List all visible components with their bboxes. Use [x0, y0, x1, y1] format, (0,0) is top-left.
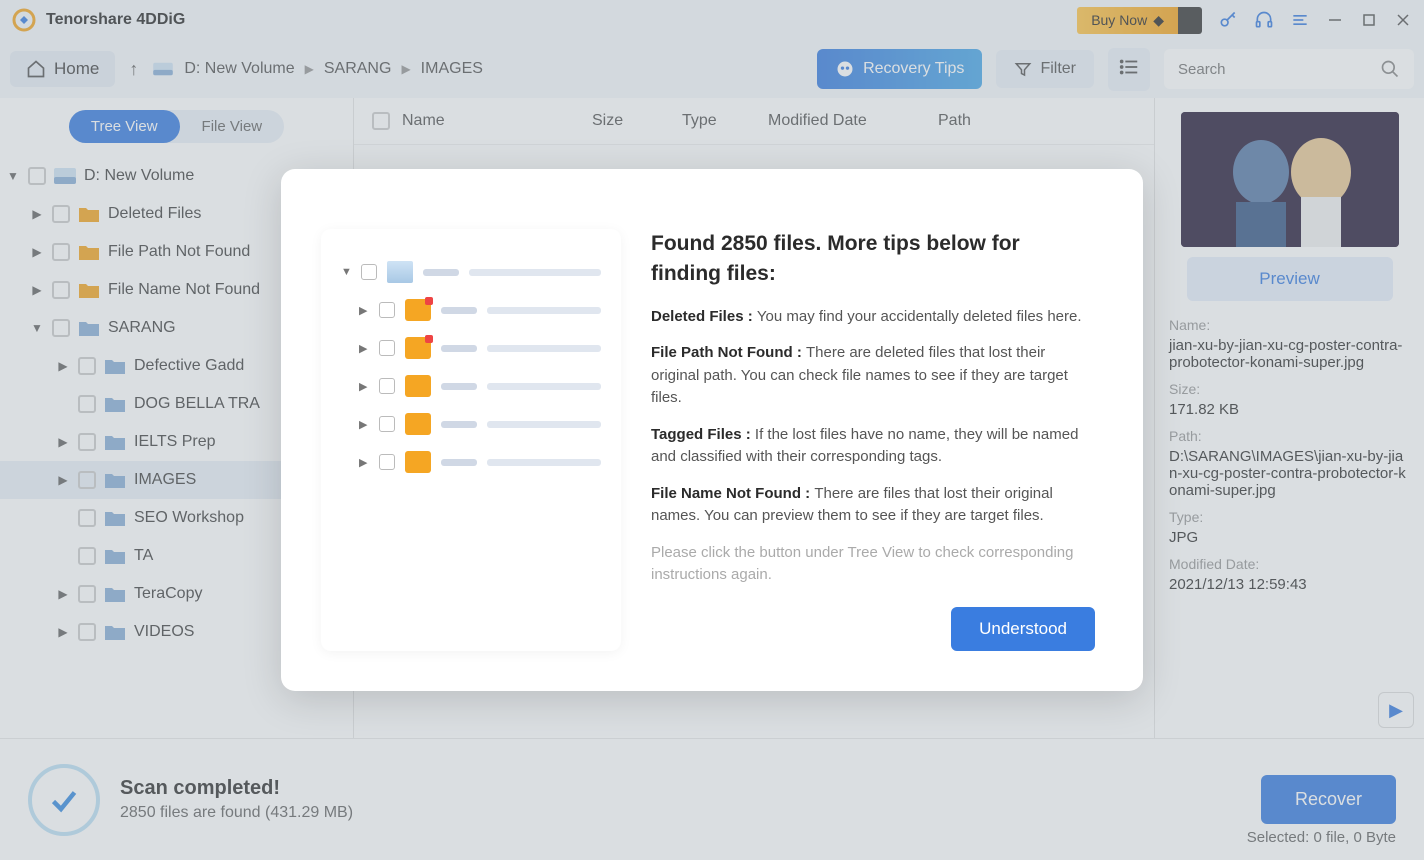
- tips-modal: ▼ ▶ ▶ ▶ ▶ ▶ Found 2850 files. More tips …: [281, 169, 1143, 691]
- modal-paragraph: Tagged Files : If the lost files have no…: [651, 424, 1095, 469]
- modal-title: Found 2850 files. More tips below for fi…: [651, 229, 1095, 288]
- modal-hint: Please click the button under Tree View …: [651, 542, 1095, 587]
- modal-illustration: ▼ ▶ ▶ ▶ ▶ ▶: [321, 229, 621, 651]
- modal-content: Found 2850 files. More tips below for fi…: [651, 229, 1095, 651]
- modal-paragraph: File Name Not Found : There are files th…: [651, 483, 1095, 528]
- modal-paragraph: Deleted Files : You may find your accide…: [651, 306, 1095, 329]
- modal-overlay[interactable]: ▼ ▶ ▶ ▶ ▶ ▶ Found 2850 files. More tips …: [0, 0, 1424, 860]
- understood-button[interactable]: Understood: [951, 607, 1095, 651]
- modal-paragraph: File Path Not Found : There are deleted …: [651, 342, 1095, 410]
